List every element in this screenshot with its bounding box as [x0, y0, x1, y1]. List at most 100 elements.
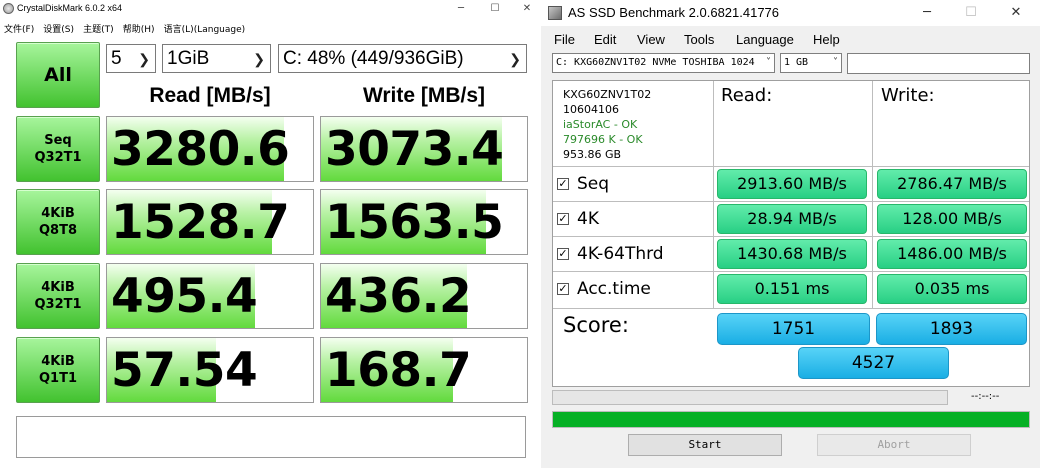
test-button-4kib-q32t1[interactable]: 4KiB Q32T1 — [16, 263, 100, 329]
as-ssd-window: AS SSD Benchmark 2.0.6821.41776 ─ ☐ ✕ Fi… — [541, 0, 1040, 468]
checkbox-checked-icon[interactable]: ✓ — [557, 213, 569, 225]
drive-select[interactable]: C: 48% (449/936GiB) ❯ — [278, 44, 527, 73]
cdm-title-bar: CrystalDiskMark 6.0.2 x64 ─ ☐ ✕ — [0, 0, 541, 17]
row-label: 4K — [577, 209, 599, 229]
crystaldiskmark-window: CrystalDiskMark 6.0.2 x64 ─ ☐ ✕ 文件(F) 设置… — [0, 0, 541, 468]
elapsed-time: --:--:-- — [971, 391, 1000, 402]
close-icon[interactable]: ✕ — [512, 0, 542, 17]
test-label-line1: Seq — [44, 133, 72, 148]
divider — [553, 271, 1029, 272]
test-button-4kib-q1t1[interactable]: 4KiB Q1T1 — [16, 337, 100, 403]
menu-file[interactable]: File — [554, 32, 575, 47]
drive-model: KXG60ZNV1T02 — [563, 88, 652, 101]
score-label: Score: — [563, 313, 629, 337]
result-value: 495.4 — [111, 269, 258, 324]
result-write-4k-64thrd: 1486.00 MB/s — [877, 239, 1027, 269]
drive-info: KXG60ZNV1T02 10604106 iaStorAC - OK 7976… — [563, 87, 651, 162]
row-label: 4K-64Thrd — [577, 244, 664, 264]
size-select-value: 1GiB — [167, 48, 210, 69]
minimize-icon[interactable]: ─ — [905, 0, 949, 26]
disk-icon — [3, 3, 14, 14]
checkbox-checked-icon[interactable]: ✓ — [557, 283, 569, 295]
menu-language[interactable]: 语言(L)(Language) — [164, 24, 245, 36]
result-write-4kib-q1t1: 168.7 — [320, 337, 528, 403]
divider — [872, 81, 873, 308]
maximize-icon[interactable]: ☐ — [949, 0, 993, 26]
drive-firmware: 10604106 — [563, 103, 619, 116]
chevron-down-icon: ❯ — [253, 51, 265, 67]
row-4k-64thrd-checkbox[interactable]: ✓ 4K-64Thrd — [557, 239, 664, 269]
result-read-acc-time: 0.151 ms — [717, 274, 867, 304]
menu-theme[interactable]: 主题(T) — [83, 24, 114, 36]
total-progress-bar — [552, 411, 1030, 428]
row-acc-time-checkbox[interactable]: ✓ Acc.time — [557, 274, 651, 304]
checkbox-checked-icon[interactable]: ✓ — [557, 178, 569, 190]
result-write-acc-time: 0.035 ms — [877, 274, 1027, 304]
read-header: Read [MB/s] — [149, 84, 271, 107]
row-4k-checkbox[interactable]: ✓ 4K — [557, 204, 599, 234]
menu-help[interactable]: Help — [813, 32, 840, 47]
menu-settings[interactable]: 设置(S) — [43, 24, 74, 36]
count-select[interactable]: 5 ❯ — [106, 44, 156, 73]
cdm-window-title: CrystalDiskMark 6.0.2 x64 — [17, 3, 123, 13]
drive-capacity: 953.86 GB — [563, 148, 622, 161]
row-seq-checkbox[interactable]: ✓ Seq — [557, 169, 609, 199]
result-read-4k-64thrd: 1430.68 MB/s — [717, 239, 867, 269]
alignment-status: 797696 K - OK — [563, 133, 643, 146]
result-value: 1528.7 — [111, 195, 290, 250]
score-total: 4527 — [798, 347, 949, 379]
score-read: 1751 — [717, 313, 870, 345]
driver-status: iaStorAC - OK — [563, 118, 638, 131]
start-button[interactable]: Start — [628, 434, 782, 456]
chevron-down-icon: ❯ — [509, 51, 521, 67]
drive-select[interactable]: C: KXG60ZNV1T02 NVMe TOSHIBA 1024 ˅ — [552, 53, 775, 73]
result-value: 436.2 — [325, 269, 472, 324]
test-label-line2: Q32T1 — [34, 297, 82, 312]
divider — [553, 308, 1029, 309]
result-write-4k: 128.00 MB/s — [877, 204, 1027, 234]
result-value: 57.54 — [111, 343, 258, 398]
chevron-down-icon: ❯ — [138, 51, 150, 67]
checkbox-checked-icon[interactable]: ✓ — [557, 248, 569, 260]
menu-tools[interactable]: Tools — [684, 32, 714, 47]
maximize-icon[interactable]: ☐ — [480, 0, 510, 17]
test-label-line1: 4KiB — [41, 354, 75, 369]
result-value: 3280.6 — [111, 122, 290, 177]
count-select-value: 5 — [111, 48, 122, 69]
all-button[interactable]: All — [16, 42, 100, 108]
result-write-4kib-q32t1: 436.2 — [320, 263, 528, 329]
write-header: Write [MB/s] — [362, 84, 486, 107]
chevron-down-icon: ˅ — [766, 57, 771, 68]
result-value: 168.7 — [325, 343, 472, 398]
row-label: Acc.time — [577, 279, 651, 299]
divider — [553, 201, 1029, 202]
menu-help[interactable]: 帮助(H) — [123, 24, 155, 36]
test-label-line2: Q8T8 — [38, 223, 77, 238]
menu-language[interactable]: Language — [736, 32, 794, 47]
comment-field[interactable] — [16, 416, 526, 458]
abort-button[interactable]: Abort — [817, 434, 971, 456]
test-label-line1: 4KiB — [41, 206, 75, 221]
close-icon[interactable]: ✕ — [994, 0, 1038, 26]
test-label-line2: Q1T1 — [38, 371, 77, 386]
test-button-4kib-q8t8[interactable]: 4KiB Q8T8 — [16, 189, 100, 255]
size-select[interactable]: 1 GB ˅ — [780, 53, 842, 73]
text-input[interactable] — [847, 53, 1030, 74]
result-write-4kib-q8t8: 1563.5 — [320, 189, 528, 255]
drive-select-value: C: 48% (449/936GiB) — [283, 48, 464, 69]
menu-edit[interactable]: Edit — [594, 32, 616, 47]
results-panel: KXG60ZNV1T02 10604106 iaStorAC - OK 7976… — [552, 80, 1030, 387]
result-value: 3073.4 — [325, 122, 504, 177]
score-write: 1893 — [876, 313, 1027, 345]
menu-view[interactable]: View — [637, 32, 665, 47]
drive-select-value: C: KXG60ZNV1T02 NVMe TOSHIBA 1024 — [556, 57, 755, 68]
size-select[interactable]: 1GiB ❯ — [162, 44, 271, 73]
test-label-line2: Q32T1 — [34, 150, 82, 165]
test-button-seq-q32t1[interactable]: Seq Q32T1 — [16, 116, 100, 182]
row-label: Seq — [577, 174, 610, 194]
minimize-icon[interactable]: ─ — [446, 0, 476, 17]
result-read-4kib-q32t1: 495.4 — [106, 263, 314, 329]
menu-file[interactable]: 文件(F) — [4, 24, 34, 36]
divider — [553, 236, 1029, 237]
result-write-seq: 2786.47 MB/s — [877, 169, 1027, 199]
